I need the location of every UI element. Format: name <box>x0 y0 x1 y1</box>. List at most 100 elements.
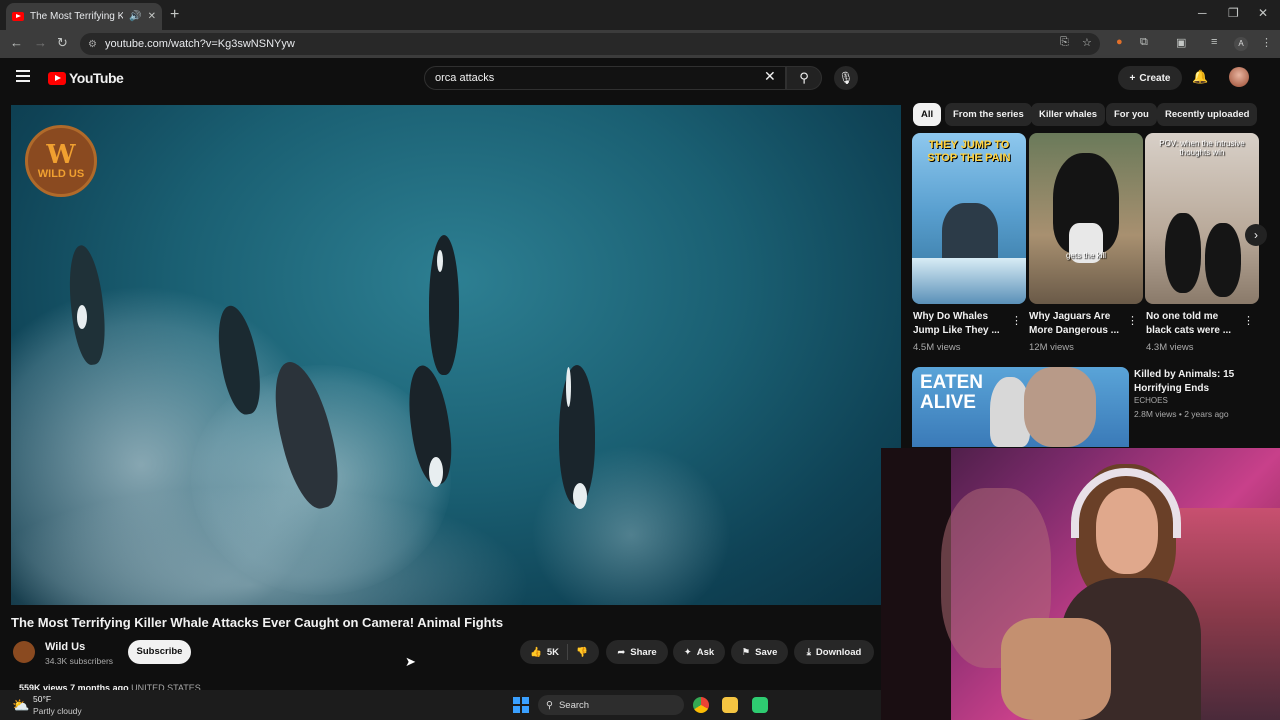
minimize-icon[interactable]: ─ <box>1198 6 1207 20</box>
creature-shape <box>1024 367 1096 447</box>
url-text: youtube.com/watch?v=Kg3swNSNYyw <box>104 38 295 50</box>
like-button[interactable]: 👍 5K <box>520 644 568 660</box>
short-more-icon[interactable]: ⋮ <box>1243 314 1254 327</box>
bookmark-star-icon[interactable]: ☆ <box>1082 36 1092 49</box>
extensions-puzzle-icon[interactable]: ⧉ <box>1140 36 1148 49</box>
browser-menu-icon[interactable]: ⋮ <box>1261 36 1272 49</box>
share-arrow-icon: ➦ <box>617 646 626 658</box>
short-overlay-text: THEY JUMP TO STOP THE PAIN <box>927 139 1011 165</box>
file-explorer-icon[interactable] <box>722 697 738 713</box>
cat-shape-1 <box>1165 213 1201 293</box>
back-icon[interactable]: ← <box>10 35 23 50</box>
install-app-icon[interactable]: ⎘ <box>1060 36 1069 49</box>
speaker-icon[interactable]: 🔊 <box>129 11 141 22</box>
windows-start-icon[interactable] <box>513 697 529 713</box>
video-player[interactable]: W WILD US <box>11 105 901 605</box>
dislike-button[interactable]: 👎 <box>568 647 596 658</box>
account-avatar[interactable] <box>1229 67 1249 87</box>
short-overlay-text: gets the kill <box>1065 251 1107 260</box>
site-info-icon[interactable]: ⚙ <box>88 39 97 50</box>
watermark-letter: W <box>46 140 76 170</box>
window-close-icon[interactable]: ✕ <box>1258 6 1268 20</box>
app-icon[interactable] <box>752 697 768 713</box>
chrome-icon[interactable] <box>693 697 709 713</box>
video-title: The Most Terrifying Killer Whale Attacks… <box>11 615 504 630</box>
new-tab-icon[interactable]: + <box>170 6 179 24</box>
search-icon: ⚲ <box>799 70 809 85</box>
shorts-next-arrow-icon[interactable]: › <box>1245 224 1267 246</box>
weather-description[interactable]: Partly cloudy <box>33 706 82 716</box>
channel-watermark-logo[interactable]: W WILD US <box>25 125 97 197</box>
chip-all[interactable]: All <box>913 103 942 126</box>
channel-name[interactable]: Wild Us <box>45 641 85 653</box>
youtube-favicon-icon <box>12 12 24 21</box>
chip-killer-whales[interactable]: Killer whales <box>1031 103 1106 126</box>
short-thumbnail-whale[interactable]: THEY JUMP TO STOP THE PAIN <box>912 133 1026 304</box>
download-button[interactable]: ⤓ Download <box>794 640 874 664</box>
short-title-line: No one told me <box>1146 311 1219 322</box>
short-views: 4.3M views <box>1146 342 1194 353</box>
recommended-channel[interactable]: ECHOES <box>1134 396 1168 405</box>
save-button[interactable]: ⚑ Save <box>731 640 788 664</box>
recommended-video-thumbnail[interactable]: EATEN ALIVE <box>912 367 1129 447</box>
windows-taskbar: ⛅ 50°F Partly cloudy ⚲ Search <box>0 690 881 720</box>
thumbs-down-icon: 👎 <box>576 646 588 658</box>
short-title[interactable]: No one told me black cats were ... <box>1146 310 1244 337</box>
short-title-line: black cats were ... <box>1146 324 1232 336</box>
short-more-icon[interactable]: ⋮ <box>1127 314 1138 327</box>
youtube-play-icon <box>48 71 66 85</box>
browser-toolbar: ← → ↻ ⚙ youtube.com/watch?v=Kg3swNSNYyw … <box>0 30 1280 58</box>
short-thumbnail-cats[interactable]: POV: when the intrusive thoughts win <box>1145 133 1259 304</box>
downloads-icon[interactable]: ≡ <box>1211 36 1217 48</box>
short-overlay-text: POV: when the intrusive thoughts win <box>1159 139 1245 158</box>
arm-shape <box>1001 618 1111 720</box>
taskbar-search-icon: ⚲ <box>546 699 553 711</box>
short-views: 4.5M views <box>913 342 961 353</box>
youtube-wordmark: YouTube <box>69 70 124 86</box>
subscribe-button[interactable]: Subscribe <box>128 640 191 664</box>
short-more-icon[interactable]: ⋮ <box>1011 314 1022 327</box>
forward-icon[interactable]: → <box>34 35 47 50</box>
tab-title: The Most Terrifying Killer W <box>30 11 124 22</box>
short-title[interactable]: Why Jaguars Are More Dangerous ... <box>1029 310 1127 337</box>
browser-tab[interactable]: The Most Terrifying Killer W 🔊 ✕ <box>6 3 162 30</box>
short-views: 12M views <box>1029 342 1074 353</box>
headphones-shape <box>1071 468 1181 538</box>
weather-partly-cloudy-icon[interactable]: ⛅ <box>12 697 29 714</box>
plus-icon: + <box>1129 72 1136 84</box>
search-input[interactable]: orca attacks <box>424 66 786 90</box>
share-label: Share <box>630 646 657 658</box>
menu-hamburger-icon[interactable] <box>16 70 30 82</box>
reload-icon[interactable]: ↻ <box>57 35 68 51</box>
youtube-logo[interactable]: YouTube <box>48 70 124 86</box>
clear-search-icon[interactable]: ✕ <box>764 68 776 85</box>
taskbar-search[interactable]: ⚲ Search <box>538 695 684 715</box>
voice-search-button[interactable]: 🎙 <box>834 66 858 90</box>
browser-profile-avatar[interactable]: A <box>1234 37 1248 51</box>
recommended-video-title[interactable]: Killed by Animals: 15 Horrifying Ends <box>1134 368 1264 395</box>
chip-for-you[interactable]: For you <box>1106 103 1157 126</box>
chip-recently-uploaded[interactable]: Recently uploaded <box>1157 103 1258 126</box>
create-button[interactable]: + Create <box>1118 66 1182 90</box>
restore-icon[interactable]: ❐ <box>1228 6 1239 20</box>
chip-from-the-series[interactable]: From the series <box>945 103 1032 126</box>
tab-close-icon[interactable]: ✕ <box>148 11 156 22</box>
bookmark-icon: ⚑ <box>741 646 751 658</box>
sparkle-icon: ✦ <box>683 646 692 658</box>
create-label: Create <box>1139 72 1171 84</box>
orca-2 <box>429 235 459 375</box>
channel-avatar[interactable] <box>13 641 35 663</box>
address-bar[interactable]: ⚙ youtube.com/watch?v=Kg3swNSNYyw <box>80 33 1100 55</box>
short-title[interactable]: Why Do Whales Jump Like They ... <box>913 310 1011 337</box>
notifications-bell-icon[interactable]: 🔔 <box>1192 69 1208 85</box>
short-thumbnail-jaguar[interactable]: gets the kill <box>1029 133 1143 304</box>
browser-tab-bar: The Most Terrifying Killer W 🔊 ✕ + ─ ❐ ✕ <box>0 0 1280 30</box>
share-button[interactable]: ➦ Share <box>606 640 668 664</box>
sidepanel-icon[interactable]: ▣ <box>1176 36 1186 49</box>
short-title-line: Why Jaguars Are <box>1029 311 1111 322</box>
ask-button[interactable]: ✦ Ask <box>673 640 725 664</box>
extension-icon[interactable]: ● <box>1116 36 1123 48</box>
search-button[interactable]: ⚲ <box>786 66 822 90</box>
weather-temperature[interactable]: 50°F <box>33 694 51 704</box>
short-title-line: Why Do Whales <box>913 311 989 322</box>
